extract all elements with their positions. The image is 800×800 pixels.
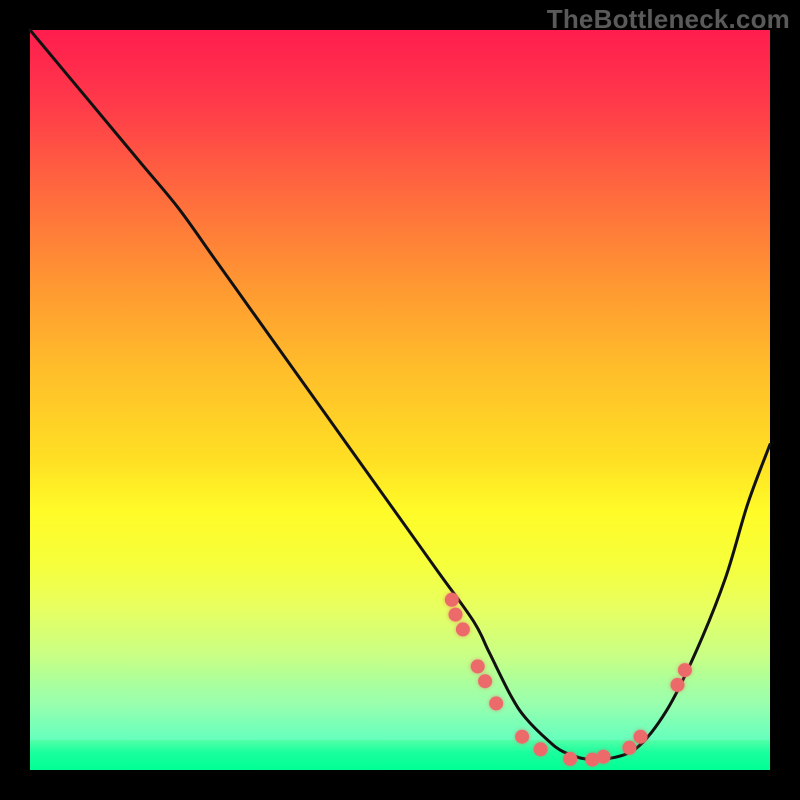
highlight-point — [449, 608, 463, 622]
highlight-point — [489, 696, 503, 710]
highlight-point — [634, 730, 648, 744]
highlight-point — [671, 678, 685, 692]
highlight-point — [678, 663, 692, 677]
curve-svg — [30, 30, 770, 770]
highlight-point — [534, 742, 548, 756]
highlight-point — [515, 730, 529, 744]
highlight-points — [445, 593, 692, 767]
watermark-text: TheBottleneck.com — [547, 4, 790, 35]
highlight-point — [597, 750, 611, 764]
bottleneck-curve — [30, 30, 770, 760]
highlight-point — [622, 741, 636, 755]
highlight-point — [563, 752, 577, 766]
highlight-point — [471, 659, 485, 673]
highlight-point — [478, 674, 492, 688]
chart-stage: TheBottleneck.com — [0, 0, 800, 800]
plot-area — [30, 30, 770, 770]
highlight-point — [445, 593, 459, 607]
highlight-point — [456, 622, 470, 636]
